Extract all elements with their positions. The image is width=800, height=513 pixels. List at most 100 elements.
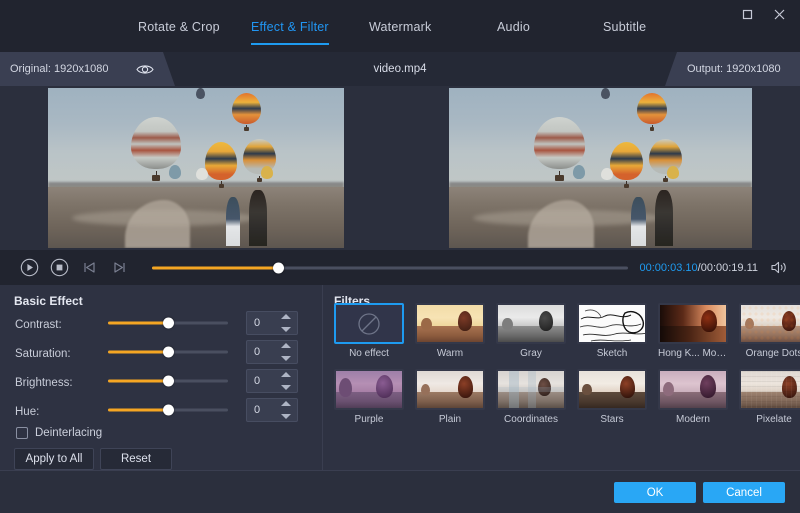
play-icon[interactable] [18, 257, 40, 279]
tab-watermark[interactable]: Watermark [369, 20, 431, 45]
reset-button[interactable]: Reset [100, 448, 172, 470]
filter-thumb-pixelate [739, 369, 800, 410]
filter-item-no-effect[interactable]: No effect [334, 303, 404, 359]
filters-grid: No effect Warm Gray Sketch Hong K... Mov… [334, 303, 800, 425]
filter-item-hong-kong-movie[interactable]: Hong K... Movie [658, 303, 728, 359]
basic-effect-title: Basic Effect [14, 294, 83, 308]
deinterlacing-checkbox[interactable]: Deinterlacing [16, 427, 102, 439]
deinterlacing-label: Deinterlacing [35, 427, 103, 439]
filter-item-sketch[interactable]: Sketch [577, 303, 647, 359]
seek-thumb[interactable] [273, 262, 284, 273]
tab-bar: Rotate & Crop Effect & Filter Watermark … [0, 20, 800, 52]
brightness-decrement-icon[interactable] [281, 385, 291, 390]
current-time: 00:00:03.10 [639, 261, 698, 274]
seek-bar[interactable] [152, 260, 628, 276]
ok-button[interactable]: OK [614, 482, 696, 503]
tab-rotate-crop[interactable]: Rotate & Crop [138, 20, 220, 45]
saturation-label: Saturation: [15, 348, 71, 360]
next-frame-icon[interactable] [108, 257, 130, 279]
saturation-stepper[interactable]: 0 [246, 340, 298, 364]
filter-thumb-orange-dots [739, 303, 800, 344]
filter-thumb-hong-kong-movie [658, 303, 728, 344]
brightness-value: 0 [254, 375, 261, 387]
contrast-slider-thumb[interactable] [162, 317, 174, 329]
brightness-stepper-arrows[interactable] [281, 372, 292, 390]
cancel-button[interactable]: Cancel [703, 482, 785, 503]
tab-subtitle[interactable]: Subtitle [603, 20, 646, 45]
video-frame-original [48, 88, 344, 248]
filter-label-warm: Warm [436, 348, 464, 359]
filter-label-gray: Gray [520, 348, 542, 359]
filter-thumb-plain [415, 369, 485, 410]
filter-thumb-purple [334, 369, 404, 410]
hue-stepper[interactable]: 0 [246, 398, 298, 422]
hue-slider-fill [108, 408, 168, 412]
panel-divider [322, 285, 323, 470]
saturation-decrement-icon[interactable] [281, 356, 291, 361]
filter-thumb-coordinates [496, 369, 566, 410]
preview-header-bar: video.mp4 Original: 1920x1080 Output: 19… [0, 52, 800, 86]
filter-item-plain[interactable]: Plain [415, 369, 485, 425]
filter-item-stars[interactable]: Stars [577, 369, 647, 425]
filter-label-modern: Modern [676, 414, 710, 425]
brightness-increment-icon[interactable] [281, 372, 291, 377]
tab-effect-filter[interactable]: Effect & Filter [251, 20, 329, 45]
filter-item-gray[interactable]: Gray [496, 303, 566, 359]
previous-frame-icon[interactable] [78, 257, 100, 279]
hue-stepper-arrows[interactable] [281, 401, 292, 419]
saturation-slider[interactable] [108, 345, 228, 359]
tab-audio[interactable]: Audio [497, 20, 530, 45]
hue-decrement-icon[interactable] [281, 414, 291, 419]
dialog-footer: OK Cancel [0, 470, 800, 513]
video-frame-output [449, 88, 752, 248]
filter-thumb-warm [415, 303, 485, 344]
playback-bar: 00:00:03.10/00:00:19.11 [0, 250, 800, 285]
contrast-stepper-arrows[interactable] [281, 314, 292, 332]
brightness-slider-fill [108, 379, 168, 383]
total-time: 00:00:19.11 [700, 261, 758, 274]
filter-label-no-effect: No effect [349, 348, 389, 359]
filter-label-orange-dots: Orange Dots [745, 348, 800, 359]
eye-icon[interactable] [134, 58, 156, 80]
filter-item-pixelate[interactable]: Pixelate [739, 369, 800, 425]
apply-to-all-button[interactable]: Apply to All [14, 448, 94, 470]
filter-label-pixelate: Pixelate [756, 414, 792, 425]
saturation-stepper-arrows[interactable] [281, 343, 292, 361]
original-video-preview[interactable] [48, 88, 344, 248]
saturation-value: 0 [254, 346, 261, 358]
hue-increment-icon[interactable] [281, 401, 291, 406]
effect-filter-dialog: Rotate & Crop Effect & Filter Watermark … [0, 0, 800, 513]
contrast-slider[interactable] [108, 316, 228, 330]
contrast-decrement-icon[interactable] [281, 327, 291, 332]
filter-item-warm[interactable]: Warm [415, 303, 485, 359]
filter-item-purple[interactable]: Purple [334, 369, 404, 425]
filter-label-plain: Plain [438, 414, 462, 425]
contrast-slider-fill [108, 321, 168, 325]
filter-thumb-modern [658, 369, 728, 410]
filter-label-stars: Stars [600, 414, 624, 425]
saturation-slider-thumb[interactable] [162, 346, 174, 358]
contrast-stepper[interactable]: 0 [246, 311, 298, 335]
filter-item-modern[interactable]: Modern [658, 369, 728, 425]
output-video-preview[interactable] [449, 88, 752, 248]
hue-slider-thumb[interactable] [162, 404, 174, 416]
brightness-slider-thumb[interactable] [162, 375, 174, 387]
filter-label-purple: Purple [354, 414, 384, 425]
brightness-slider[interactable] [108, 374, 228, 388]
filter-item-coordinates[interactable]: Coordinates [496, 369, 566, 425]
saturation-increment-icon[interactable] [281, 343, 291, 348]
filter-thumb-no-effect [334, 303, 404, 344]
brightness-label: Brightness: [15, 377, 73, 389]
volume-icon[interactable] [766, 257, 792, 279]
stop-icon[interactable] [48, 257, 70, 279]
hue-value: 0 [254, 404, 261, 416]
deinterlacing-checkbox-box[interactable] [16, 427, 28, 439]
contrast-increment-icon[interactable] [281, 314, 291, 319]
filter-thumb-stars [577, 369, 647, 410]
brightness-stepper[interactable]: 0 [246, 369, 298, 393]
filter-item-orange-dots[interactable]: Orange Dots [739, 303, 800, 359]
filter-thumb-gray [496, 303, 566, 344]
contrast-value: 0 [254, 317, 261, 329]
saturation-slider-fill [108, 350, 168, 354]
hue-slider[interactable] [108, 403, 228, 417]
